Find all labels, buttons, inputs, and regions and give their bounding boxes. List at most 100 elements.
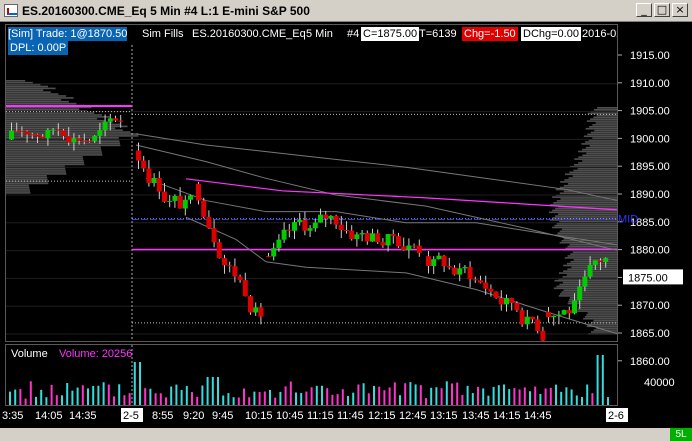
volume-bar: [523, 387, 526, 405]
volume-bar: [165, 397, 167, 405]
volume-bar: [274, 397, 277, 405]
profile-bar: [571, 266, 617, 269]
profile-bar: [6, 192, 31, 194]
volume-bar: [113, 396, 115, 405]
candle-down: [483, 282, 489, 289]
profile-bar: [6, 81, 33, 84]
minimize-button[interactable]: _: [636, 3, 652, 17]
volume-bar: [258, 392, 261, 405]
candle-down: [232, 266, 238, 277]
price-tick-label: 1915.00: [630, 50, 670, 62]
volume-bar: [35, 396, 37, 405]
profile-bar: [6, 99, 62, 101]
volume-bar: [71, 390, 74, 405]
volume-bar: [492, 386, 495, 405]
candle-down: [349, 230, 355, 239]
volume-bar: [445, 381, 448, 405]
candle-up: [587, 264, 593, 277]
price-tick-label: 1880.00: [630, 245, 670, 257]
volume-bar: [357, 384, 360, 405]
maximize-button[interactable]: □: [654, 3, 670, 17]
profile-bar: [555, 234, 617, 236]
time-axis-canvas: 3:35 14:05 14:35 2-5 8:55 9:20 9:45 10:15 10:45 1…: [2, 408, 628, 422]
candle-up: [318, 214, 323, 223]
profile-bar: [564, 257, 617, 259]
profile-bar: [6, 108, 80, 111]
volume-bar: [196, 396, 199, 405]
volume-bar: [55, 395, 58, 405]
profile-bar: [567, 245, 617, 248]
profile-bar: [568, 298, 617, 301]
volume-scale-label: 40000: [644, 377, 675, 389]
profile-bar: [558, 213, 617, 215]
volume-bar: [549, 387, 552, 405]
close-button[interactable]: ×: [672, 3, 688, 17]
time-tick-label: 11:45: [337, 410, 364, 422]
volume-bar: [133, 362, 136, 405]
price-tick-label: 1860.00: [630, 356, 670, 368]
profile-bar: [553, 287, 617, 290]
candle-up: [592, 260, 598, 265]
volume-bar: [503, 384, 505, 405]
profile-bar: [587, 112, 617, 115]
candle-up: [276, 239, 282, 249]
time-axis[interactable]: 3:35 14:05 14:35 2-5 8:55 9:20 9:45 10:15 10:45 1…: [0, 406, 692, 428]
interval-tag[interactable]: 5L: [670, 428, 692, 441]
profile-bar: [572, 175, 617, 177]
profile-bar: [6, 163, 85, 166]
volume-bar: [149, 388, 152, 405]
profile-bar: [552, 196, 617, 198]
volume-panel[interactable]: Volume Volume: 20256: [5, 344, 618, 406]
profile-bar: [6, 156, 83, 158]
date-label: 2016-02-05: [582, 28, 617, 40]
profile-bar: [565, 236, 617, 238]
profile-bar: [6, 159, 84, 162]
candle-down: [266, 256, 271, 258]
time-tick-label: 13:15: [430, 410, 458, 422]
profile-bar: [6, 95, 66, 97]
candle-down: [87, 140, 92, 142]
candle-down: [222, 258, 227, 266]
candle-up: [182, 199, 188, 209]
profile-bar: [569, 171, 617, 174]
volume-bar: [570, 389, 573, 405]
volume-bar: [383, 390, 386, 405]
profile-bar: [573, 169, 617, 172]
volume-bar: [175, 384, 178, 405]
profile-bar: [572, 251, 617, 253]
candle-up: [359, 233, 365, 235]
profile-bar: [584, 316, 617, 318]
candle-down: [76, 138, 82, 141]
price-chart-panel[interactable]: [Sim] Trade: 1@1870.50 Sim Fills ES.2016…: [5, 24, 618, 342]
profile-bar: [589, 145, 617, 147]
volume-bar: [440, 388, 443, 405]
profile-bar: [6, 93, 59, 95]
profile-bar: [564, 179, 617, 181]
profile-bar: [564, 173, 617, 176]
volume-bar: [24, 398, 27, 405]
profile-bar: [563, 184, 617, 187]
profile-bar: [562, 281, 617, 284]
time-tick-label: 10:45: [276, 410, 304, 422]
profile-bar: [6, 178, 48, 181]
volume-bar: [451, 383, 453, 405]
volume-bar: [404, 383, 407, 405]
time-tick-label: 10:15: [245, 410, 273, 422]
profile-bar: [6, 116, 110, 118]
profile-bar: [596, 114, 617, 117]
time-tick-label: 12:15: [368, 410, 396, 422]
price-axis[interactable]: 1915.00 1910.00 1905.00 1900.00 1895.00 1890.…: [618, 24, 692, 406]
volume-bar: [373, 385, 375, 405]
volume-bar: [107, 384, 110, 405]
volume-bar: [237, 397, 240, 405]
candle-down: [514, 303, 520, 311]
profile-bar: [561, 291, 617, 293]
volume-bar: [279, 391, 282, 405]
price-chart-canvas[interactable]: [6, 25, 618, 342]
volume-title: Volume: [11, 348, 48, 360]
candle-down: [162, 191, 167, 202]
candle-up: [102, 121, 108, 131]
volume-bar: [102, 382, 105, 405]
volume-bar: [248, 397, 251, 405]
profile-bar: [590, 118, 617, 120]
